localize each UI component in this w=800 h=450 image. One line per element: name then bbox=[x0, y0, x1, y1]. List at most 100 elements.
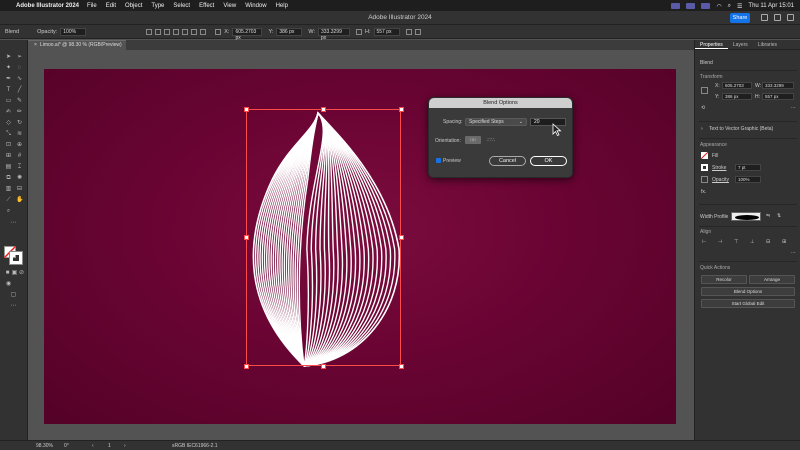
opacity-field[interactable]: 100% bbox=[735, 176, 761, 183]
stroke-label[interactable]: Stroke bbox=[712, 165, 726, 171]
selection-handle-tc[interactable] bbox=[321, 107, 326, 112]
column-graph-tool-icon[interactable]: ▥ bbox=[5, 186, 12, 193]
zoom-level[interactable]: 98.30% bbox=[36, 443, 53, 449]
width-profile-select[interactable] bbox=[731, 212, 761, 221]
menu-type[interactable]: Type bbox=[151, 3, 164, 9]
constrain-proportions-icon[interactable] bbox=[356, 28, 362, 35]
opacity-field[interactable]: 100% bbox=[60, 27, 87, 36]
pen-tool-icon[interactable]: ✒ bbox=[5, 76, 12, 83]
reference-point-icon[interactable] bbox=[215, 28, 222, 35]
menu-edit[interactable]: Edit bbox=[106, 3, 116, 9]
align-bottom-icon[interactable]: ⊞ bbox=[782, 239, 786, 245]
slice-tool-icon[interactable]: ⟋ bbox=[5, 197, 12, 204]
ok-button[interactable]: OK bbox=[530, 156, 567, 166]
tab-libraries[interactable]: Libraries bbox=[753, 40, 782, 49]
align-center-icon[interactable] bbox=[164, 28, 171, 35]
panel-x-field[interactable]: 605.2703 bbox=[722, 82, 752, 89]
align-to-page-icon[interactable]: ⁝⁝⁝⁝ bbox=[465, 136, 481, 144]
selection-handle-ml[interactable] bbox=[244, 235, 249, 240]
menu-object[interactable]: Object bbox=[125, 3, 142, 9]
free-transform-tool-icon[interactable]: ⊡ bbox=[5, 142, 12, 149]
artboard-tool-icon[interactable]: ⊟ bbox=[16, 186, 23, 193]
edit-toolbar-icon[interactable]: ⋯ bbox=[10, 220, 17, 227]
rotate-tool-icon[interactable]: ↻ bbox=[16, 120, 23, 127]
close-tab-icon[interactable]: × bbox=[34, 42, 37, 48]
artboard-number[interactable]: 1 bbox=[108, 443, 111, 449]
selection-handle-bl[interactable] bbox=[244, 364, 249, 369]
blend-options-button[interactable]: Blend Options bbox=[701, 287, 795, 296]
control-center-icon[interactable]: ☰ bbox=[737, 3, 742, 10]
fx-button[interactable]: fx. bbox=[701, 189, 706, 195]
artboard-prev-icon[interactable]: ‹ bbox=[92, 443, 94, 449]
blend-tool-icon[interactable]: ⧉ bbox=[5, 175, 12, 182]
search-help-icon[interactable] bbox=[761, 14, 768, 21]
selection-bounding-box[interactable] bbox=[246, 109, 401, 366]
selection-handle-tr[interactable] bbox=[399, 107, 404, 112]
canvas-area[interactable] bbox=[28, 50, 694, 440]
flip-vertical-icon[interactable]: ⇅ bbox=[777, 213, 781, 219]
panel-y-field[interactable]: 386 px bbox=[722, 93, 752, 100]
draw-mode-icon[interactable]: ◉ bbox=[5, 281, 12, 288]
w-field[interactable]: 333.3299 px bbox=[318, 27, 350, 41]
stroke-swatch[interactable] bbox=[9, 251, 23, 265]
align-bottom-icon[interactable] bbox=[200, 28, 207, 35]
opacity-icon[interactable] bbox=[701, 176, 708, 183]
menu-app-name[interactable]: Adobe Illustrator 2024 bbox=[16, 3, 79, 9]
magic-wand-tool-icon[interactable]: ✦ bbox=[5, 65, 12, 72]
panel-w-field[interactable]: 333.3299 bbox=[762, 82, 794, 89]
eraser-tool-icon[interactable]: ◇ bbox=[5, 120, 12, 127]
align-right-icon[interactable]: ⊤ bbox=[734, 239, 738, 245]
spacing-select[interactable]: Specified Steps ⌄ bbox=[465, 118, 527, 126]
more-align-options-icon[interactable]: ⋯ bbox=[791, 250, 796, 256]
transform-icon[interactable] bbox=[405, 28, 412, 35]
align-top-icon[interactable]: ⊥ bbox=[750, 239, 754, 245]
align-to-path-icon[interactable]: ∴∵∴ bbox=[483, 136, 499, 144]
creative-cloud-icon[interactable] bbox=[701, 2, 711, 9]
isolate-icon[interactable] bbox=[414, 28, 421, 35]
cancel-button[interactable]: Cancel bbox=[489, 156, 526, 166]
align-hcenter-icon[interactable]: ⊣ bbox=[718, 239, 722, 245]
more-tools-icon[interactable]: ⋯ bbox=[10, 303, 17, 310]
panel-h-field[interactable]: 557 px bbox=[762, 93, 794, 100]
line-tool-icon[interactable]: ╱ bbox=[16, 87, 23, 94]
more-options-icon[interactable]: ⋯ bbox=[791, 105, 796, 111]
opacity-label[interactable]: Opacity bbox=[712, 177, 729, 183]
menu-view[interactable]: View bbox=[223, 3, 236, 9]
h-field[interactable]: 557 px bbox=[373, 27, 400, 36]
curvature-tool-icon[interactable]: ∿ bbox=[16, 76, 23, 83]
shape-builder-tool-icon[interactable]: ⊕ bbox=[16, 142, 23, 149]
selection-handle-br[interactable] bbox=[399, 364, 404, 369]
align-vcenter-icon[interactable]: ⊟ bbox=[766, 239, 770, 245]
fill-none-swatch[interactable] bbox=[701, 152, 708, 159]
y-field[interactable]: 386 px bbox=[276, 27, 303, 36]
lasso-tool-icon[interactable]: ◌ bbox=[16, 65, 23, 72]
align-right-icon[interactable] bbox=[173, 28, 180, 35]
rotate-icon[interactable]: ⟲ bbox=[701, 105, 705, 111]
menu-select[interactable]: Select bbox=[173, 3, 190, 9]
color-mode-icon[interactable]: ■ bbox=[4, 270, 11, 277]
align-middle-icon[interactable] bbox=[191, 28, 198, 35]
perspective-grid-tool-icon[interactable]: ⊞ bbox=[5, 153, 12, 160]
tab-layers[interactable]: Layers bbox=[728, 40, 753, 49]
selection-handle-mr[interactable] bbox=[399, 235, 404, 240]
stroke-weight-field[interactable]: 7 pt bbox=[735, 164, 761, 171]
warp-tool-icon[interactable]: ≋ bbox=[16, 131, 23, 138]
x-field[interactable]: 605.2703 px bbox=[232, 27, 263, 41]
hand-tool-icon[interactable]: ✋ bbox=[16, 197, 23, 204]
eyedropper-tool-icon[interactable]: ⌶ bbox=[16, 164, 23, 171]
artboard[interactable] bbox=[44, 69, 676, 424]
mesh-tool-icon[interactable]: # bbox=[16, 153, 23, 160]
menu-effect[interactable]: Effect bbox=[199, 3, 214, 9]
menu-file[interactable]: File bbox=[87, 3, 97, 9]
flip-horizontal-icon[interactable]: ⇋ bbox=[766, 213, 770, 219]
expand-chevron-icon[interactable]: › bbox=[701, 126, 703, 132]
selection-handle-tl[interactable] bbox=[244, 107, 249, 112]
none-mode-icon[interactable]: ⊘ bbox=[18, 270, 25, 277]
arrange-button[interactable]: Arrange bbox=[749, 275, 795, 284]
menubar-clock[interactable]: Thu 11 Apr 15:01 bbox=[748, 3, 794, 9]
paintbrush-tool-icon[interactable]: ✎ bbox=[16, 98, 23, 105]
recolor-icon[interactable] bbox=[146, 28, 153, 35]
align-left-icon[interactable] bbox=[155, 28, 162, 35]
reference-point-icon[interactable] bbox=[701, 87, 708, 94]
arrange-documents-icon[interactable] bbox=[774, 14, 781, 21]
